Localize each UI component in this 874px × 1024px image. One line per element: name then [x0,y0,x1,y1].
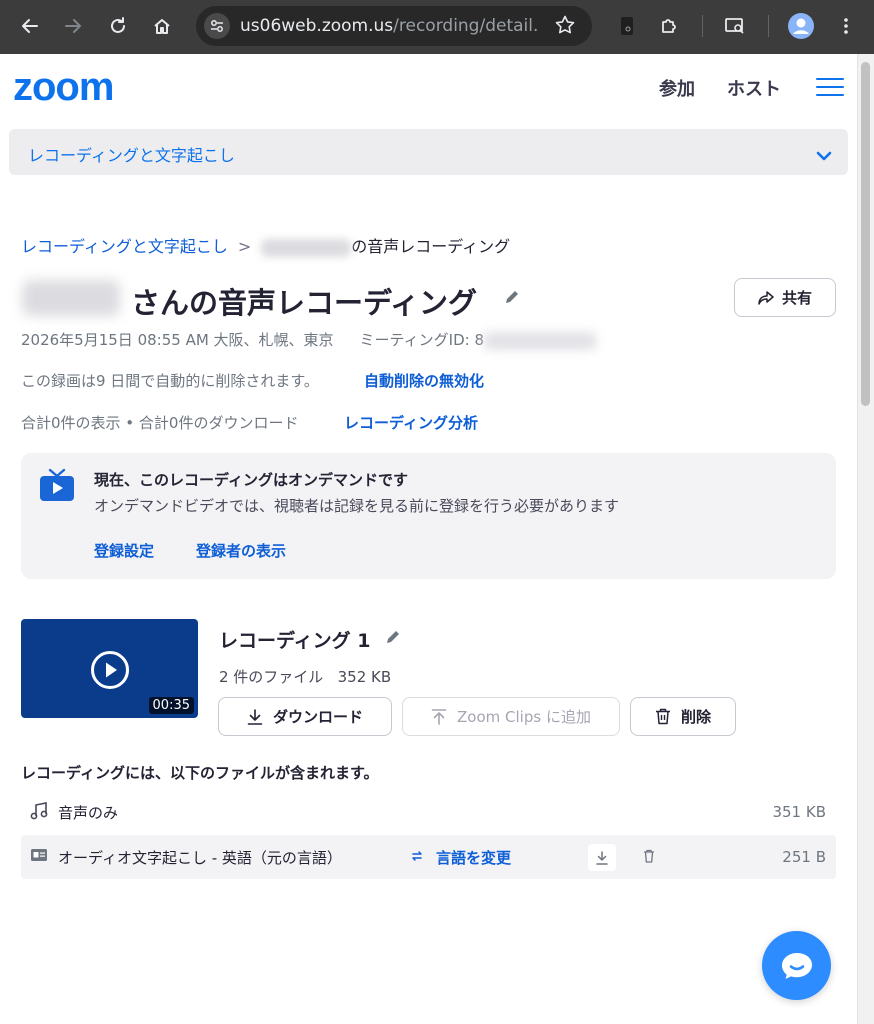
file-name[interactable]: オーディオ文字起こし - 英語（元の言語） [58,847,342,868]
file-size: 251 B [782,848,826,866]
add-to-zoom-clips-button[interactable]: Zoom Clips に追加 [402,697,620,736]
upload-icon [431,708,447,725]
site-settings-icon[interactable] [204,13,230,39]
edit-title-pencil-icon[interactable] [504,289,520,309]
view-download-counts: 合計0件の表示 • 合計0件のダウンロード [21,414,299,432]
more-vertical-icon[interactable] [832,12,860,40]
url-text: us06web.zoom.us/recording/detail... [240,16,540,36]
join-link[interactable]: 参加 [659,75,695,101]
breadcrumb-current: の音声レコーディング [351,237,511,256]
ondemand-description: オンデマンドビデオでは、視聴者は記録を見る前に登録を行う必要があります [94,497,620,515]
file-count: 2 件のファイル [219,668,324,686]
extension-badge-icon[interactable] [613,12,641,40]
back-arrow-icon[interactable] [16,12,44,40]
browser-toolbar: us06web.zoom.us/recording/detail... [0,0,874,54]
share-arrow-icon [758,290,774,305]
download-button-label: ダウンロード [272,708,363,726]
address-bar[interactable]: us06web.zoom.us/recording/detail... [196,6,592,46]
play-circle-icon[interactable] [90,650,130,694]
download-icon [247,708,263,725]
breadcrumb: レコーディングと文字起こし > の音声レコーディング [21,233,510,257]
home-icon[interactable] [148,12,176,40]
redacted-meeting-id [484,331,596,350]
auto-delete-note: この録画は9 日間で自動的に削除されます。 [21,372,319,390]
chevron-down-icon [816,146,832,165]
profile-avatar-icon[interactable] [787,12,815,40]
chat-bubble-icon [781,952,812,979]
section-dropdown[interactable]: レコーディングと文字起こし [9,129,848,175]
add-to-zoom-clips-label: Zoom Clips に追加 [457,708,591,726]
edit-recording-pencil-icon[interactable] [385,629,401,649]
hamburger-menu-icon[interactable] [816,78,844,96]
included-files-heading: レコーディングには、以下のファイルが含まれます。 [21,764,379,782]
trash-icon [655,708,670,725]
toolbar-divider [702,15,703,37]
recording-thumbnail[interactable]: 00:35 [21,619,198,718]
download-button[interactable]: ダウンロード [218,697,392,736]
share-button-label: 共有 [781,289,812,307]
change-language-link[interactable]: 言語を変更 [436,847,511,868]
forward-arrow-icon[interactable] [59,12,87,40]
redacted-name [261,238,352,257]
scrollbar-thumb[interactable] [861,62,870,406]
delete-button-label: 削除 [680,708,711,726]
registration-settings-link[interactable]: 登録設定 [94,540,154,561]
duration-badge: 00:35 [148,697,194,714]
recording-analytics-link[interactable]: レコーディング分析 [344,412,478,433]
toolbar-divider [768,15,769,37]
zoom-logo-text: zoom [13,70,113,104]
reload-icon[interactable] [104,12,132,40]
bookmark-star-icon[interactable] [554,14,576,36]
extensions-puzzle-icon[interactable] [655,12,683,40]
view-registrants-link[interactable]: 登録者の表示 [196,540,286,561]
breadcrumb-separator: > [237,237,252,256]
recording-file-summary: 2 件のファイル 352 KB [219,666,391,687]
delete-button[interactable]: 削除 [630,697,736,736]
section-dropdown-label: レコーディングと文字起こし [28,146,235,165]
download-file-icon[interactable] [588,844,616,871]
zoom-logo[interactable]: zoom [13,65,149,109]
host-link[interactable]: ホスト [727,75,781,101]
redacted-user-name [22,280,120,316]
ondemand-notice: 現在、このレコーディングはオンデマンドです オンデマンドビデオでは、視聴者は記録… [21,453,836,579]
ondemand-title: 現在、このレコーディングはオンデマンドです [94,471,408,489]
swap-language-icon [410,848,424,867]
music-note-icon [30,802,48,824]
share-button[interactable]: 共有 [734,278,836,317]
breadcrumb-parent-link[interactable]: レコーディングと文字起こし [21,237,228,256]
meeting-id-label: ミーティングID: 8 [359,331,484,349]
disable-auto-delete-link[interactable]: 自動削除の無効化 [364,370,484,391]
file-name[interactable]: 音声のみ [58,802,118,823]
recording-meta: 2026年5月15日 08:55 AM 大阪、札幌、東京 ミーティングID: 8 [21,329,596,350]
file-row-audio[interactable]: 音声のみ 351 KB [21,790,836,834]
recording-datetime: 2026年5月15日 08:55 AM 大阪、札幌、東京 [21,331,334,349]
support-chat-button[interactable] [762,931,831,1000]
total-size: 352 KB [337,668,392,686]
file-size: 351 KB [772,803,826,821]
cast-search-icon[interactable] [721,12,749,40]
page-title: さんの音声レコーディング [131,286,477,320]
delete-file-trash-icon[interactable] [643,848,655,867]
transcript-icon [30,847,48,867]
tv-play-icon [38,467,76,507]
file-row-transcript[interactable]: オーディオ文字起こし - 英語（元の言語） 言語を変更 251 B [21,835,836,879]
recording-title: レコーディング 1 [219,630,371,652]
